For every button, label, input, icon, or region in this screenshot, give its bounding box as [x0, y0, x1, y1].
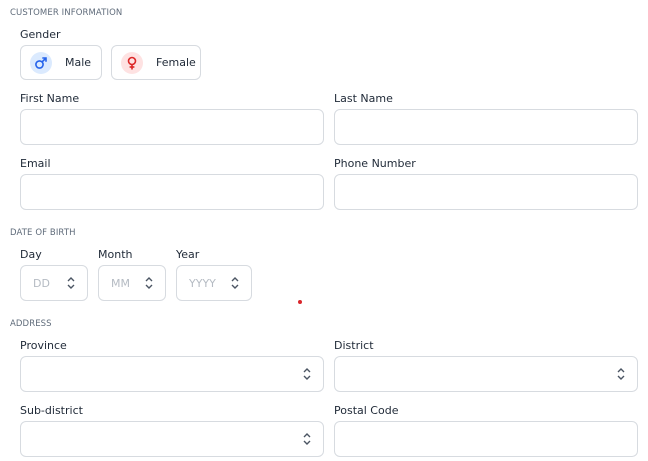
- last-name-label: Last Name: [334, 92, 393, 105]
- chevron-up-down-icon: [303, 433, 311, 445]
- male-icon: [30, 51, 52, 74]
- gender-female-button[interactable]: Female: [111, 45, 201, 80]
- gender-label: Gender: [20, 28, 61, 41]
- chevron-up-down-icon: [145, 277, 153, 289]
- chevron-up-down-icon: [617, 368, 625, 380]
- dob-section-title: DATE OF BIRTH: [10, 228, 76, 238]
- chevron-up-down-icon: [303, 368, 311, 380]
- province-select[interactable]: [20, 356, 324, 392]
- required-dot: [298, 300, 302, 304]
- subdistrict-label: Sub-district: [20, 404, 83, 417]
- province-label: Province: [20, 339, 67, 352]
- chevron-up-down-icon: [67, 277, 75, 289]
- year-select[interactable]: YYYY: [176, 265, 252, 301]
- month-placeholder: MM: [111, 276, 130, 290]
- district-label: District: [334, 339, 374, 352]
- month-select[interactable]: MM: [98, 265, 166, 301]
- first-name-label: First Name: [20, 92, 80, 105]
- day-placeholder: DD: [33, 276, 50, 290]
- month-label: Month: [98, 248, 133, 261]
- postal-code-field[interactable]: [334, 421, 638, 457]
- email-field[interactable]: [20, 174, 324, 210]
- address-section-title: ADDRESS: [10, 319, 52, 329]
- day-label: Day: [20, 248, 42, 261]
- phone-field[interactable]: [334, 174, 638, 210]
- female-icon: [121, 51, 143, 74]
- year-label: Year: [176, 248, 200, 261]
- subdistrict-select[interactable]: [20, 421, 324, 457]
- first-name-field[interactable]: [20, 109, 324, 145]
- customer-section-title: CUSTOMER INFORMATION: [10, 8, 123, 18]
- phone-label: Phone Number: [334, 157, 416, 170]
- email-label: Email: [20, 157, 51, 170]
- gender-male-label: Male: [65, 56, 92, 69]
- chevron-up-down-icon: [231, 277, 239, 289]
- last-name-field[interactable]: [334, 109, 638, 145]
- day-select[interactable]: DD: [20, 265, 88, 301]
- postal-code-label: Postal Code: [334, 404, 399, 417]
- gender-female-label: Female: [156, 56, 196, 69]
- gender-male-button[interactable]: Male: [20, 45, 102, 80]
- district-select[interactable]: [334, 356, 638, 392]
- year-placeholder: YYYY: [189, 276, 216, 290]
